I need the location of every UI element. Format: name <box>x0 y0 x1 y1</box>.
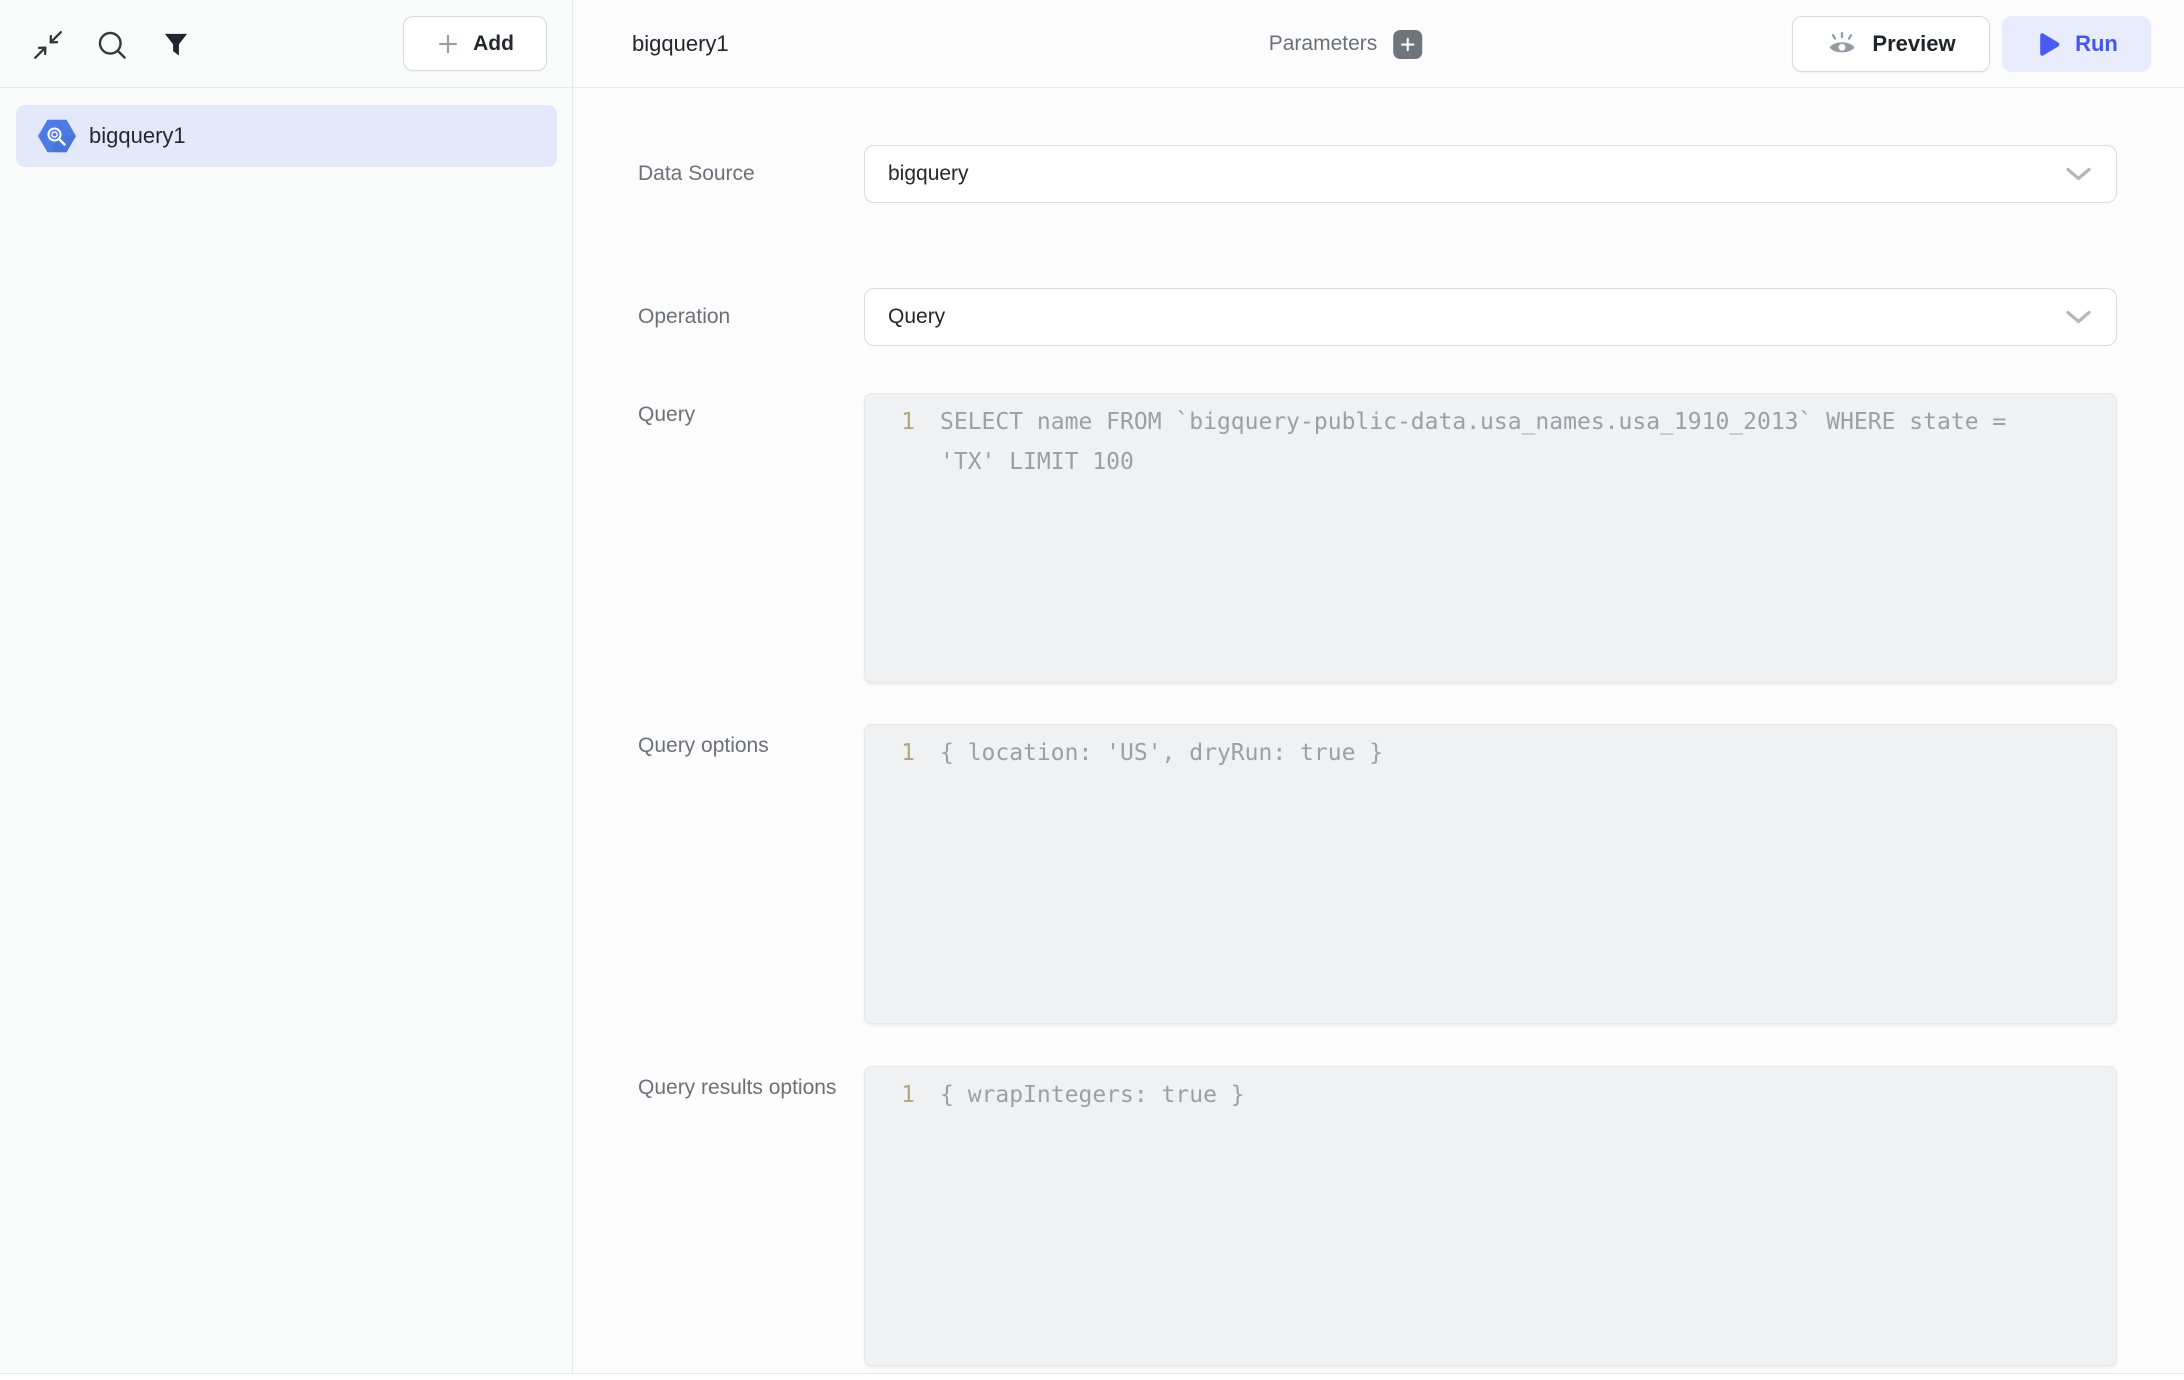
eye-icon <box>1826 30 1858 58</box>
chevron-down-icon <box>2065 309 2092 325</box>
bottom-gap <box>0 1374 2184 1380</box>
search-icon[interactable] <box>96 29 128 61</box>
operation-select[interactable]: Query <box>864 288 2117 346</box>
query-row: Query 1 SELECT name FROM `bigquery-publi… <box>638 393 2117 683</box>
line-number: 1 <box>865 733 915 773</box>
query-results-options-label: Query results options <box>638 1066 838 1366</box>
query-options-label: Query options <box>638 724 838 1024</box>
plus-icon <box>1399 36 1416 53</box>
header-actions: Preview Run <box>1792 16 2151 72</box>
data-source-row: Data Source bigquery <box>638 145 2117 203</box>
query-options-row: Query options 1 { location: 'US', dryRun… <box>638 724 2117 1024</box>
query-detail-panel: bigquery1 Parameters <box>573 0 2184 1380</box>
add-query-button[interactable]: Add <box>403 16 547 71</box>
query-options-placeholder-text: { location: 'US', dryRun: true } <box>940 733 1383 773</box>
query-header: bigquery1 Parameters <box>573 0 2184 88</box>
plus-icon <box>436 32 460 56</box>
sidebar-item-label: bigquery1 <box>89 123 186 149</box>
add-query-label: Add <box>473 32 514 56</box>
parameters-label: Parameters <box>1269 32 1378 56</box>
add-parameter-button[interactable] <box>1393 30 1422 59</box>
bigquery-icon <box>38 119 76 153</box>
preview-button[interactable]: Preview <box>1792 16 1990 72</box>
data-source-select[interactable]: bigquery <box>864 145 2117 203</box>
query-options-code-editor[interactable]: 1 { location: 'US', dryRun: true } <box>864 724 2117 1024</box>
filter-icon[interactable] <box>160 29 192 61</box>
line-number: 1 <box>865 1075 915 1115</box>
query-label: Query <box>638 393 838 683</box>
run-label: Run <box>2075 31 2118 57</box>
query-code-editor[interactable]: 1 SELECT name FROM `bigquery-public-data… <box>864 393 2117 683</box>
query-sidebar: Add bigquery1 <box>0 0 573 1380</box>
query-editor-app: Add bigquery1 bigquery1 Parameters <box>0 0 2184 1380</box>
sidebar-toolbar: Add <box>0 0 572 88</box>
line-number: 1 <box>865 402 915 482</box>
query-results-options-code-editor[interactable]: 1 { wrapIntegers: true } <box>864 1066 2117 1366</box>
sidebar-item-bigquery1[interactable]: bigquery1 <box>16 105 557 167</box>
data-source-value: bigquery <box>888 162 969 186</box>
code-line: 1 SELECT name FROM `bigquery-public-data… <box>865 402 2116 482</box>
data-source-label: Data Source <box>638 145 864 203</box>
query-results-options-placeholder-text: { wrapIntegers: true } <box>940 1075 1245 1115</box>
collapse-panel-icon[interactable] <box>32 29 64 61</box>
chevron-down-icon <box>2065 166 2092 182</box>
query-title: bigquery1 <box>632 0 729 88</box>
play-icon <box>2035 31 2062 58</box>
operation-value: Query <box>888 305 945 329</box>
query-results-options-row: Query results options 1 { wrapIntegers: … <box>638 1066 2117 1366</box>
preview-label: Preview <box>1872 31 1955 57</box>
code-line: 1 { location: 'US', dryRun: true } <box>865 733 2116 773</box>
code-line: 1 { wrapIntegers: true } <box>865 1075 2116 1115</box>
parameters-group: Parameters <box>1269 0 1423 88</box>
query-placeholder-text: SELECT name FROM `bigquery-public-data.u… <box>940 402 2050 482</box>
run-button[interactable]: Run <box>2002 16 2151 72</box>
operation-label: Operation <box>638 288 864 346</box>
operation-row: Operation Query <box>638 288 2117 346</box>
